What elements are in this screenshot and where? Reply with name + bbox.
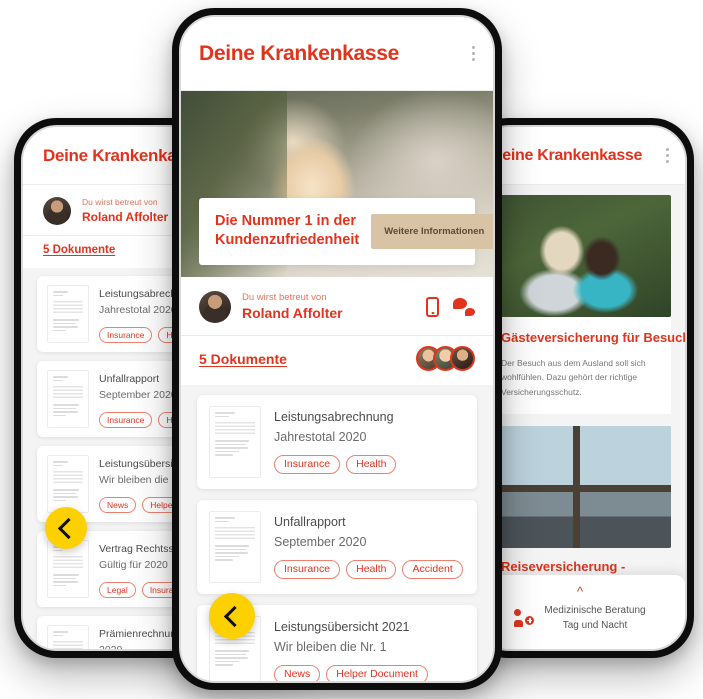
back-button[interactable] <box>209 593 255 639</box>
app-screen-center: Deine Krankenkasse Die Nummer 1 in der K… <box>181 17 493 681</box>
document-subtitle: Wir bleiben die Nr. 1 <box>274 639 387 654</box>
status-badge[interactable]: News <box>274 664 321 681</box>
hero-banner: Die Nummer 1 in der Kundenzufriedenheit … <box>181 91 493 277</box>
avatar-group[interactable] <box>416 346 475 372</box>
document-thumbnail-icon <box>47 285 89 344</box>
documents-count[interactable]: 5 Dokumente <box>43 244 115 256</box>
advisor-text: Du wirst betreut von Roland Affolter <box>242 291 415 323</box>
medical-advice-icon <box>514 609 535 627</box>
app-header-right: Deine Krankenkasse <box>475 127 685 185</box>
document-thumbnail-icon <box>47 625 89 649</box>
mockup-stage: Deine Krankenkasse Du wirst betreut von … <box>0 0 703 699</box>
document-thumbnail-icon <box>209 406 261 479</box>
document-thumbnail-icon <box>209 511 261 584</box>
medical-advice-row: Medizinische Beratung Tag und Nacht <box>475 603 685 633</box>
document-title: Leistungsübersicht 2021 <box>274 620 410 635</box>
advisor-contact-icons <box>426 297 475 318</box>
sheet-line-1: Medizinische Beratung <box>544 605 646 616</box>
documents-count[interactable]: 5 Dokumente <box>199 351 287 367</box>
document-title: Unfallrapport <box>274 515 346 530</box>
document-title: Leistungsabrechnung <box>274 410 394 425</box>
status-badge[interactable]: Health <box>346 559 397 579</box>
phone-mockup-center: Deine Krankenkasse Die Nummer 1 in der K… <box>172 8 502 690</box>
app-header-center: Deine Krankenkasse <box>181 17 493 91</box>
document-body: Leistungsabrechnung Jahrestotal 2020 Ins… <box>274 406 465 474</box>
status-badge[interactable]: News <box>99 496 137 513</box>
status-badge[interactable]: Insurance <box>99 411 153 428</box>
hero-overlay-card: Die Nummer 1 in der Kundenzufriedenheit … <box>199 197 493 265</box>
status-badge[interactable]: Health <box>346 454 397 474</box>
document-thumbnail-icon <box>47 370 89 429</box>
hero-headline: Die Nummer 1 in der Kundenzufriedenheit <box>215 212 360 249</box>
article-image-airport <box>489 426 671 549</box>
article-image-women <box>489 195 671 317</box>
status-badge[interactable]: Insurance <box>99 326 153 343</box>
document-body: Leistungsübersicht 2021 Wir bleiben die … <box>274 616 465 681</box>
app-screen-right: Deine Krankenkasse Gästeversicherung für… <box>475 127 685 649</box>
page-title: Deine Krankenkasse <box>491 146 643 164</box>
sheet-line-2: Tag und Nacht <box>562 620 628 631</box>
article-heading-two: Reiseversicherung - <box>501 559 626 575</box>
phone-icon[interactable] <box>426 297 439 318</box>
advisor-avatar <box>199 291 231 324</box>
advisor-name: Roland Affolter <box>242 305 343 322</box>
advisor-caption: Du wirst betreut von <box>242 292 327 303</box>
article-body: Der Besuch aus dem Ausland soll sich woh… <box>501 357 646 398</box>
tag-row: News Helper Document <box>274 664 465 681</box>
list-item[interactable]: Leistungsabrechnung Jahrestotal 2020 Ins… <box>197 395 477 490</box>
kebab-menu-icon[interactable] <box>666 148 669 163</box>
advisor-section-center[interactable]: Du wirst betreut von Roland Affolter <box>181 277 493 336</box>
status-badge[interactable]: Legal <box>99 581 136 598</box>
status-badge[interactable]: Helper Document <box>326 664 428 681</box>
document-subtitle: Jahrestotal 2020 <box>274 429 367 444</box>
chat-bubbles-icon[interactable] <box>453 298 475 317</box>
sheet-text: Medizinische Beratung Tag und Nacht <box>544 603 645 633</box>
avatar <box>450 346 475 372</box>
status-badge[interactable]: Accident <box>402 559 463 579</box>
bottom-sheet[interactable]: ^ Medizinische Beratung Tag und Nacht <box>475 575 685 649</box>
more-information-button[interactable]: Weitere Informationen <box>371 213 493 249</box>
documents-header-center: 5 Dokumente <box>181 335 493 386</box>
document-subtitle: September 2020 <box>274 534 367 549</box>
document-body: Unfallrapport September 2020 Insurance H… <box>274 511 465 579</box>
phone-screen-frame-center: Deine Krankenkasse Die Nummer 1 in der K… <box>179 15 495 683</box>
status-badge[interactable]: Insurance <box>274 454 341 474</box>
kebab-menu-icon[interactable] <box>472 46 475 61</box>
chevron-up-icon[interactable]: ^ <box>475 585 685 598</box>
status-badge[interactable]: Insurance <box>274 559 341 579</box>
back-button[interactable] <box>45 507 87 549</box>
tag-row: Insurance Health <box>274 454 465 474</box>
phone-screen-frame-right: Deine Krankenkasse Gästeversicherung für… <box>473 125 687 651</box>
advisor-avatar <box>43 197 71 226</box>
article-heading: Gästeversicherung für Besucher in der Sc… <box>501 330 685 345</box>
document-thumbnail-icon <box>47 455 89 514</box>
list-item[interactable]: Unfallrapport September 2020 Insurance H… <box>197 500 477 595</box>
article-card-one[interactable]: Gästeversicherung für Besucher in der Sc… <box>489 317 685 415</box>
page-title: Deine Krankenkasse <box>199 41 400 65</box>
tag-row: Insurance Health Accident <box>274 559 465 579</box>
